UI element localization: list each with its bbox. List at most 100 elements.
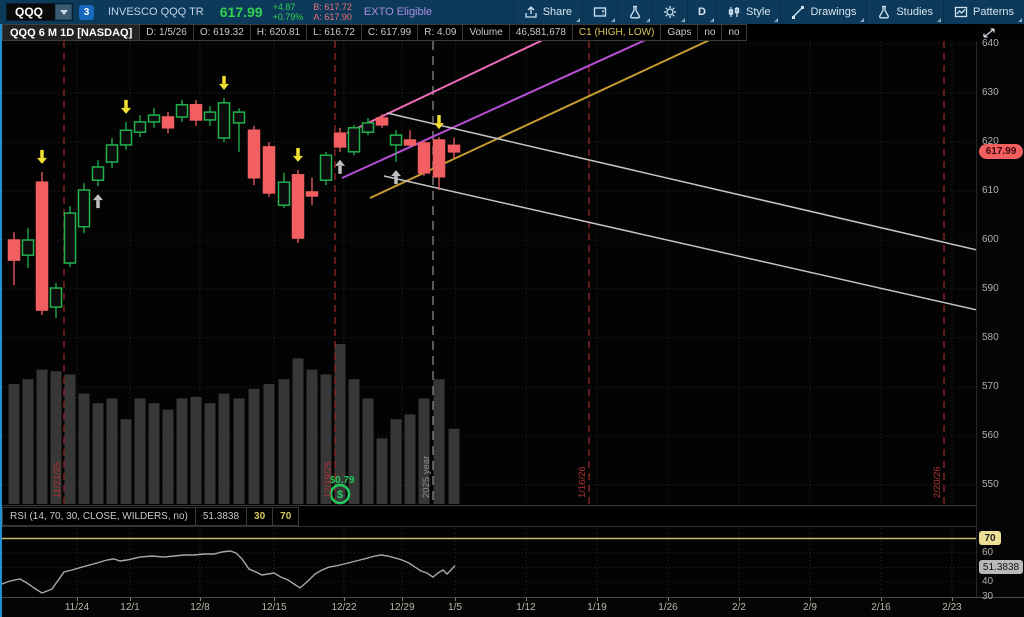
- link-channel-icon[interactable]: 3: [79, 5, 94, 20]
- candle-body: [51, 288, 62, 307]
- sell-signal-arrow: [40, 150, 44, 158]
- time-tick: [344, 598, 345, 601]
- candle-body: [434, 140, 445, 177]
- time-tick: [668, 598, 669, 601]
- time-tick: [526, 598, 527, 601]
- ohlc-cell: 46,581,678: [510, 24, 573, 41]
- time-tick-label: 12/29: [389, 602, 414, 613]
- time-tick: [200, 598, 201, 601]
- price-tick-label: 630: [982, 87, 999, 98]
- volume-bar: [279, 379, 290, 504]
- rsi-pane[interactable]: [2, 528, 976, 597]
- time-tick-label: 2/2: [732, 602, 746, 613]
- volume-bar: [9, 384, 20, 504]
- quick-study-button[interactable]: [617, 0, 652, 24]
- candle-body: [177, 105, 188, 117]
- volume-bar: [149, 403, 160, 504]
- symbol-dropdown-button[interactable]: [55, 4, 72, 20]
- ohlc-summary-bar: QQQ 6 M 1D [NASDAQ] D: 1/5/26O: 619.32H:…: [2, 24, 976, 41]
- time-tick-label: 12/15: [261, 602, 286, 613]
- rsi-canvas[interactable]: [2, 528, 976, 597]
- buy-signal-arrow: [335, 160, 345, 166]
- ohlc-cell: L: 616.72: [307, 24, 362, 41]
- rsi-oversold-level: 30: [247, 507, 273, 526]
- trend-line-gold-ascending[interactable]: [370, 41, 716, 198]
- ohlc-cell: C: 617.99: [362, 24, 418, 41]
- rsi-overbought-level: 70: [273, 507, 299, 526]
- link-channel-number: 3: [84, 7, 90, 18]
- volume-bar: [163, 410, 174, 504]
- volume-bar: [234, 398, 245, 504]
- flask-icon: [628, 5, 642, 19]
- dividend-dollar-sign: $: [337, 489, 343, 501]
- price-axis[interactable]: 617.99 70 51.3838 6406306206106005905805…: [976, 41, 1024, 597]
- sell-signal-arrow: [37, 158, 47, 164]
- buy-signal-arrow: [394, 176, 398, 184]
- volume-bar: [434, 379, 445, 504]
- volume-bar: [93, 403, 104, 504]
- price-tick-label: 550: [982, 479, 999, 490]
- trend-line-white-descending-lower[interactable]: [384, 176, 976, 310]
- time-tick-label: 2/16: [871, 602, 890, 613]
- drawings-button[interactable]: Drawings: [780, 0, 866, 24]
- time-tick-label: 1/19: [587, 602, 606, 613]
- top-toolbar: QQQ 3 INVESCO QQQ TR 617.99 +4.87 +0.79%…: [0, 0, 1024, 24]
- patterns-button[interactable]: Patterns: [943, 0, 1024, 24]
- axis-expand-icon[interactable]: [981, 26, 997, 40]
- sell-signal-arrow: [222, 76, 226, 84]
- trend-line-white-descending-upper[interactable]: [387, 113, 976, 250]
- rsi-study-label[interactable]: RSI (14, 70, 30, CLOSE, WILDERS, no): [2, 507, 196, 526]
- ohlc-cell: C1 (HIGH, LOW): [573, 24, 662, 41]
- volume-bar: [79, 394, 90, 504]
- chart-alerts-button[interactable]: [582, 0, 617, 24]
- candle-body: [163, 117, 174, 128]
- time-tick: [77, 598, 78, 601]
- time-tick-label: 12/22: [331, 602, 356, 613]
- candle-body: [264, 147, 275, 193]
- rsi-value-badge: 51.3838: [979, 560, 1023, 574]
- pane-divider[interactable]: [0, 505, 976, 506]
- share-button[interactable]: Share: [513, 0, 582, 24]
- studies-button[interactable]: Studies: [866, 0, 943, 24]
- buy-signal-arrow: [338, 166, 342, 174]
- candle-body: [107, 145, 118, 162]
- volume-bar: [449, 429, 460, 504]
- candle-body: [419, 143, 430, 173]
- rsi-tick-label: 40: [982, 576, 993, 587]
- rsi-tick-label: 60: [982, 547, 993, 558]
- symbol-input[interactable]: QQQ: [6, 3, 73, 21]
- candle-body: [205, 112, 216, 120]
- ohlc-cell: O: 619.32: [194, 24, 251, 41]
- candle-body: [191, 105, 202, 120]
- time-tick-label: 12/8: [190, 602, 209, 613]
- candle-body: [79, 190, 90, 227]
- ohlc-cell: Volume: [463, 24, 509, 41]
- time-tick: [881, 598, 882, 601]
- symbol-value[interactable]: QQQ: [7, 5, 55, 19]
- buy-signal-arrow: [96, 200, 100, 208]
- price-chart-canvas[interactable]: $$0.7911/21/2512/19/252025 year1/16/262/…: [2, 41, 976, 505]
- sell-signal-arrow: [437, 115, 441, 123]
- change-percent: +0.79%: [273, 12, 304, 22]
- time-tick: [739, 598, 740, 601]
- ohlc-cell: no: [722, 24, 746, 41]
- price-tick-label: 600: [982, 234, 999, 245]
- timeframe-button[interactable]: D: [687, 0, 716, 24]
- candle-body: [279, 182, 290, 205]
- rsi-line: [2, 551, 455, 593]
- settings-button[interactable]: [652, 0, 687, 24]
- candle-body: [135, 122, 146, 132]
- style-button[interactable]: Style: [716, 0, 780, 24]
- ohlc-cell: D: 1/5/26: [140, 24, 194, 41]
- ohlc-cell: no: [698, 24, 722, 41]
- volume-bar: [23, 379, 34, 504]
- candle-body: [349, 128, 360, 152]
- time-tick-label: 2/23: [942, 602, 961, 613]
- candle-body: [321, 155, 332, 180]
- share-icon: [524, 5, 538, 19]
- price-chart-pane[interactable]: $$0.7911/21/2512/19/252025 year1/16/262/…: [2, 41, 976, 505]
- candle-body: [391, 135, 402, 145]
- candle-body: [377, 118, 388, 125]
- time-tick-label: 12/1: [120, 602, 139, 613]
- time-axis[interactable]: 11/2412/112/812/1512/2212/291/51/121/191…: [0, 597, 1024, 617]
